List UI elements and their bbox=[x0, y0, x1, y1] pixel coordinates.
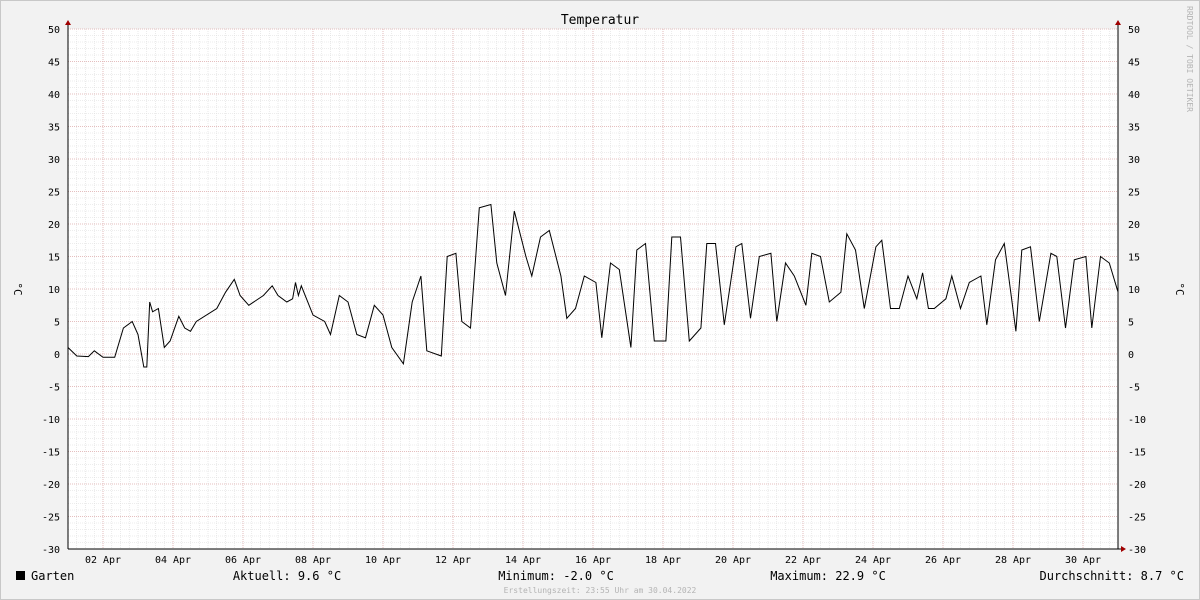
x-axis-arrow bbox=[1121, 546, 1126, 552]
y-axis-label-right: °C bbox=[1173, 282, 1186, 295]
x-tick-label: 06 Apr bbox=[225, 555, 261, 566]
y-tick-label-right: -15 bbox=[1128, 448, 1146, 459]
y-tick-label-right: 40 bbox=[1128, 90, 1140, 101]
temperature-chart: -30-25-20-15-10-505101520253035404550 -3… bbox=[11, 6, 1194, 595]
y-tick-label-left: -25 bbox=[42, 513, 60, 524]
legend-aktuell: Aktuell: 9.6 °C bbox=[233, 569, 341, 583]
y-tick-label-right: -30 bbox=[1128, 545, 1146, 556]
y-tick-labels-right: -30 -25 -20 -15 -10 -5 0 5 10 15 20 25 30 35 40 45 50 bbox=[1128, 25, 1146, 556]
y-tick-label-left: 40 bbox=[48, 90, 60, 101]
y-tick-label-right: 50 bbox=[1128, 25, 1140, 36]
y-tick-label-right: 15 bbox=[1128, 253, 1140, 264]
x-tick-label: 18 Apr bbox=[645, 555, 681, 566]
y-axis-arrow-right bbox=[1115, 20, 1121, 25]
x-tick-label: 16 Apr bbox=[575, 555, 611, 566]
y-tick-label-left: -10 bbox=[42, 415, 60, 426]
y-axis-arrow-left bbox=[65, 20, 71, 25]
x-tick-label: 12 Apr bbox=[435, 555, 471, 566]
y-axis-label-left: °C bbox=[11, 282, 24, 295]
y-tick-label-left: 15 bbox=[48, 253, 60, 264]
y-tick-label-right: 25 bbox=[1128, 188, 1140, 199]
y-tick-label-right: -5 bbox=[1128, 383, 1140, 394]
y-tick-labels-left: -30 -25 -20 -15 -10 -5 0 5 10 15 20 25 30 35 40 45 50 bbox=[42, 25, 60, 556]
x-tick-label: 02 Apr bbox=[85, 555, 121, 566]
y-tick-label-right: 5 bbox=[1128, 318, 1134, 329]
x-tick-label: 08 Apr bbox=[295, 555, 331, 566]
y-tick-label-left: 10 bbox=[48, 285, 60, 296]
y-tick-label-right: 20 bbox=[1128, 220, 1140, 231]
y-tick-label-left: -5 bbox=[48, 383, 60, 394]
legend-minimum: Minimum: -2.0 °C bbox=[498, 569, 614, 583]
x-tick-label: 28 Apr bbox=[995, 555, 1031, 566]
y-tick-label-right: 35 bbox=[1128, 123, 1140, 134]
y-tick-label-right: 10 bbox=[1128, 285, 1140, 296]
x-tick-label: 22 Apr bbox=[785, 555, 821, 566]
x-tick-label: 20 Apr bbox=[715, 555, 751, 566]
legend-durchschnitt: Durchschnitt: 8.7 °C bbox=[1040, 569, 1185, 583]
legend-maximum: Maximum: 22.9 °C bbox=[770, 569, 886, 583]
creation-time: Erstellungszeit: 23:55 Uhr am 30.04.2022 bbox=[504, 586, 697, 595]
rrd-graph-frame: -30 -25 -20 -15 -10 -5 0 5 10 15 20 25 30 35 40 45 50 -3… bbox=[0, 0, 1200, 600]
y-tick-label-right: 30 bbox=[1128, 155, 1140, 166]
y-tick-label-left: 5 bbox=[54, 318, 60, 329]
y-tick-label-left: 20 bbox=[48, 220, 60, 231]
legend-swatch-garten bbox=[16, 571, 25, 580]
x-tick-label: 24 Apr bbox=[855, 555, 891, 566]
y-tick-label-left: 30 bbox=[48, 155, 60, 166]
y-tick-label-right: 0 bbox=[1128, 350, 1134, 361]
y-tick-label-left: 45 bbox=[48, 58, 60, 69]
x-tick-label: 26 Apr bbox=[925, 555, 961, 566]
x-tick-label: 10 Apr bbox=[365, 555, 401, 566]
y-tick-label-right: -20 bbox=[1128, 480, 1146, 491]
chart-title: Temperatur bbox=[561, 13, 639, 28]
y-tick-label-right: -25 bbox=[1128, 513, 1146, 524]
y-tick-label-left: 0 bbox=[54, 350, 60, 361]
y-tick-label-left: -30 bbox=[42, 545, 60, 556]
y-tick-label-left: -20 bbox=[42, 480, 60, 491]
x-tick-label: 04 Apr bbox=[155, 555, 191, 566]
y-tick-label-left: 35 bbox=[48, 123, 60, 134]
x-tick-label: 14 Apr bbox=[505, 555, 541, 566]
rrdtool-watermark: RRDTOOL / TOBI OETIKER bbox=[1185, 6, 1194, 112]
y-tick-label-right: -10 bbox=[1128, 415, 1146, 426]
y-tick-label-left: 50 bbox=[48, 25, 60, 36]
x-tick-label: 30 Apr bbox=[1065, 555, 1101, 566]
y-tick-label-left: 25 bbox=[48, 188, 60, 199]
legend-series-name: Garten bbox=[31, 569, 74, 583]
y-tick-label-right: 45 bbox=[1128, 58, 1140, 69]
y-tick-label-left: -15 bbox=[42, 448, 60, 459]
x-tick-labels: 02 Apr 04 Apr 06 Apr 08 Apr 10 Apr 12 Apr 14 A… bbox=[85, 555, 1101, 566]
